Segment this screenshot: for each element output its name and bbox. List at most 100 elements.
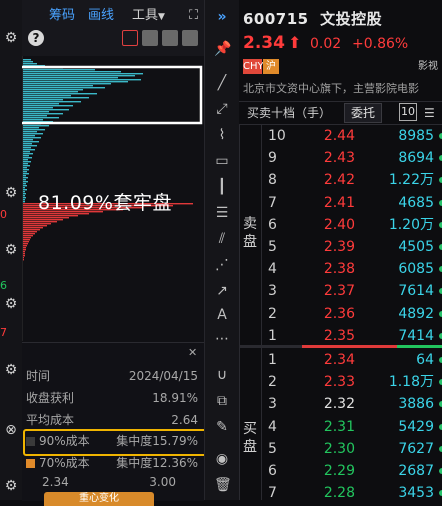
pin-icon[interactable]: 📌: [214, 40, 231, 58]
orderbook-tabs: 买卖十档（手） 委托 10 ☰: [239, 101, 442, 125]
play-icon[interactable]: [142, 30, 158, 46]
play-icon[interactable]: [182, 30, 198, 46]
level-index: 1: [268, 352, 277, 368]
chip-bar-profit: [23, 173, 29, 175]
chip-bar-profit: [23, 127, 39, 129]
orderbook-row[interactable]: 1 2.34 64: [262, 349, 442, 371]
orderbook-row[interactable]: 7 2.28 3453: [262, 482, 442, 504]
orderbook-row[interactable]: 7 2.41 4685: [262, 192, 442, 214]
gear-icon[interactable]: ⚙: [3, 296, 19, 312]
copy-icon[interactable]: ⧉: [214, 392, 230, 410]
bars-icon[interactable]: ┃: [214, 178, 230, 196]
drawing-toolbar: » 📌 ╱ ⤢ ⌇ ▭ ┃ ☰ ⫽ ⋰ ↗ A ⋯ ∪ ⧉ ✎ ◉ 🗑: [204, 0, 240, 500]
gear-icon[interactable]: ⚙: [3, 30, 19, 46]
chip-bar-profit: [23, 133, 43, 135]
level-volume: 7414: [398, 327, 434, 344]
orderbook-row[interactable]: 5 2.30 7627: [262, 438, 442, 460]
orderbook-row[interactable]: 8 2.42 1.22万: [262, 169, 442, 191]
ray-icon[interactable]: ⤢: [214, 100, 230, 118]
magnet-icon[interactable]: ∪: [214, 366, 230, 384]
chip-bar-profit: [23, 85, 93, 87]
chip-bar-loss: [23, 235, 33, 237]
chip-bar-profit: [23, 107, 53, 109]
collapse-icon[interactable]: »: [214, 8, 230, 26]
rect-icon[interactable]: ▭: [214, 152, 230, 170]
level-volume: 1.22万: [388, 172, 434, 189]
gear-icon[interactable]: ⚙: [3, 478, 19, 494]
orderbook-row[interactable]: 3 2.37 7614: [262, 280, 442, 302]
tools-label: 工具: [132, 8, 159, 23]
orderbook-row[interactable]: 6 2.29 2687: [262, 460, 442, 482]
legend-swatch: [26, 459, 35, 468]
chip-bar-loss: [23, 223, 51, 225]
level-volume: 4685: [398, 194, 434, 211]
gear-icon[interactable]: ⚙: [3, 185, 19, 201]
pencil-icon[interactable]: ✎: [214, 418, 230, 436]
level-volume: 5429: [398, 418, 434, 435]
orderbook-row[interactable]: 2 2.33 1.18万: [262, 371, 442, 393]
tab-tools[interactable]: 工具▼: [132, 7, 165, 26]
help-icon[interactable]: ?: [28, 30, 44, 46]
gear-icon[interactable]: ⚙: [3, 362, 19, 378]
level-index: 6: [268, 216, 277, 233]
close-icon[interactable]: ⊗: [3, 422, 19, 438]
tab-chips[interactable]: 筹码: [49, 7, 75, 25]
chip-bar-profit: [23, 117, 59, 119]
chip-bar-loss: [23, 241, 29, 243]
chip-bar-loss: [23, 229, 40, 231]
orderbook-row[interactable]: 10 2.44 8985: [262, 125, 442, 147]
gear-icon[interactable]: ⚙: [3, 242, 19, 258]
stock-code: 600715: [243, 10, 309, 28]
tab-level10[interactable]: 买卖十档（手）: [247, 105, 331, 121]
chip-bar-loss: [23, 253, 25, 255]
orderbook-row[interactable]: 5 2.39 4505: [262, 236, 442, 258]
orderbook-row[interactable]: 3 2.32 3886: [262, 393, 442, 415]
text-icon[interactable]: A: [214, 306, 230, 324]
level-index: 7: [268, 194, 277, 211]
orderbook-row[interactable]: 2 2.36 4892: [262, 303, 442, 325]
chip-bar-profit: [23, 167, 27, 169]
chip-bar-profit: [23, 149, 35, 151]
close-icon[interactable]: ✕: [188, 346, 197, 359]
eye-icon[interactable]: ◉: [214, 450, 230, 468]
level-price: 2.38: [323, 261, 355, 278]
trash-icon[interactable]: 🗑: [214, 476, 232, 494]
menu-icon[interactable]: ☰: [424, 105, 435, 121]
play-icon[interactable]: [162, 30, 178, 46]
orderbook-row[interactable]: 9 2.43 8694: [262, 147, 442, 169]
arrow-icon[interactable]: ↗: [214, 282, 230, 300]
level-index: 2: [268, 374, 277, 391]
doc-icon[interactable]: [122, 30, 138, 46]
orderbook-row[interactable]: 1 2.35 7414: [262, 325, 442, 347]
chip-bar-profit: [23, 75, 135, 77]
badge-chy: CHY: [243, 59, 264, 74]
level-volume: 64: [416, 352, 434, 368]
path-icon[interactable]: ⌇: [214, 126, 230, 144]
company-description: 北京市文资中心旗下，主营影院电影: [243, 82, 419, 95]
more-icon[interactable]: ⋯: [214, 330, 230, 348]
badge-sector[interactable]: 影视: [418, 59, 442, 74]
chip-bar-profit: [23, 187, 25, 189]
fan-icon[interactable]: ⋰: [214, 256, 230, 274]
chip-bar-profit: [23, 63, 37, 65]
tab-draw[interactable]: 画线: [88, 7, 114, 25]
chip-bar-profit: [23, 131, 37, 133]
line-icon[interactable]: ╱: [214, 74, 230, 92]
chip-bar-profit: [23, 83, 111, 85]
fullscreen-icon[interactable]: ⛶: [189, 7, 198, 25]
chip-bar-profit: [23, 181, 28, 183]
chevron-down-icon: ▼: [158, 12, 165, 22]
orderbook-row[interactable]: 4 2.31 5429: [262, 416, 442, 438]
level-index: 4: [268, 261, 277, 278]
chip-bar-profit: [23, 77, 118, 79]
chip-panel-header: 筹码 画线 工具▼ ⛶ ?: [22, 0, 204, 56]
chip-bar-profit: [23, 91, 78, 93]
parallel-icon[interactable]: ⫽: [214, 230, 230, 248]
centroid-button[interactable]: 重心变化: [44, 492, 154, 506]
orderbook-row[interactable]: 4 2.38 6085: [262, 258, 442, 280]
tab-order-queue[interactable]: 委托: [344, 103, 383, 123]
fib-icon[interactable]: ☰: [214, 204, 230, 222]
price-change: 0.02: [310, 36, 342, 52]
orderbook-row[interactable]: 6 2.40 1.20万: [262, 214, 442, 236]
level-count[interactable]: 10: [399, 103, 417, 121]
